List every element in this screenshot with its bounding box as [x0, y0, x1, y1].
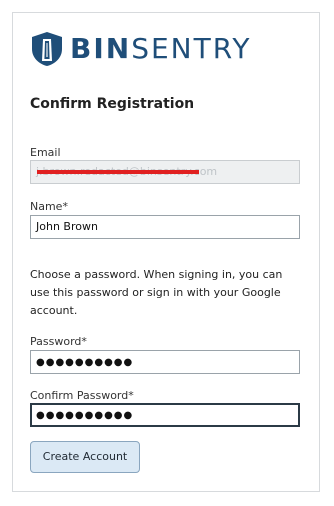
confirm-password-label: Confirm Password* — [30, 389, 134, 402]
name-value: John Brown — [36, 220, 98, 233]
registration-card: BINSENTRY Confirm Registration Email j.b… — [12, 12, 320, 492]
create-account-button[interactable]: Create Account — [30, 441, 140, 473]
binsentry-logo: BINSENTRY — [30, 31, 251, 67]
email-field: j.brown.redacted@binsentry.com — [30, 160, 300, 184]
brand-part-2: SENTRY — [131, 32, 252, 65]
name-label: Name* — [30, 200, 68, 213]
brand-part-1: BIN — [70, 32, 132, 65]
confirm-password-field[interactable]: ●●●●●●●●●● — [30, 403, 300, 427]
password-field[interactable]: ●●●●●●●●●● — [30, 350, 300, 374]
password-instructions: Choose a password. When signing in, you … — [30, 268, 283, 317]
shield-road-icon — [32, 32, 62, 66]
name-field[interactable]: John Brown — [30, 215, 300, 239]
page-title: Confirm Registration — [30, 96, 195, 112]
password-label: Password* — [30, 335, 87, 348]
email-label: Email — [30, 146, 61, 159]
brand-wordmark: BINSENTRY — [70, 35, 251, 63]
confirm-password-value: ●●●●●●●●●● — [36, 410, 134, 421]
redaction-mark — [37, 170, 199, 174]
password-value: ●●●●●●●●●● — [36, 357, 134, 368]
